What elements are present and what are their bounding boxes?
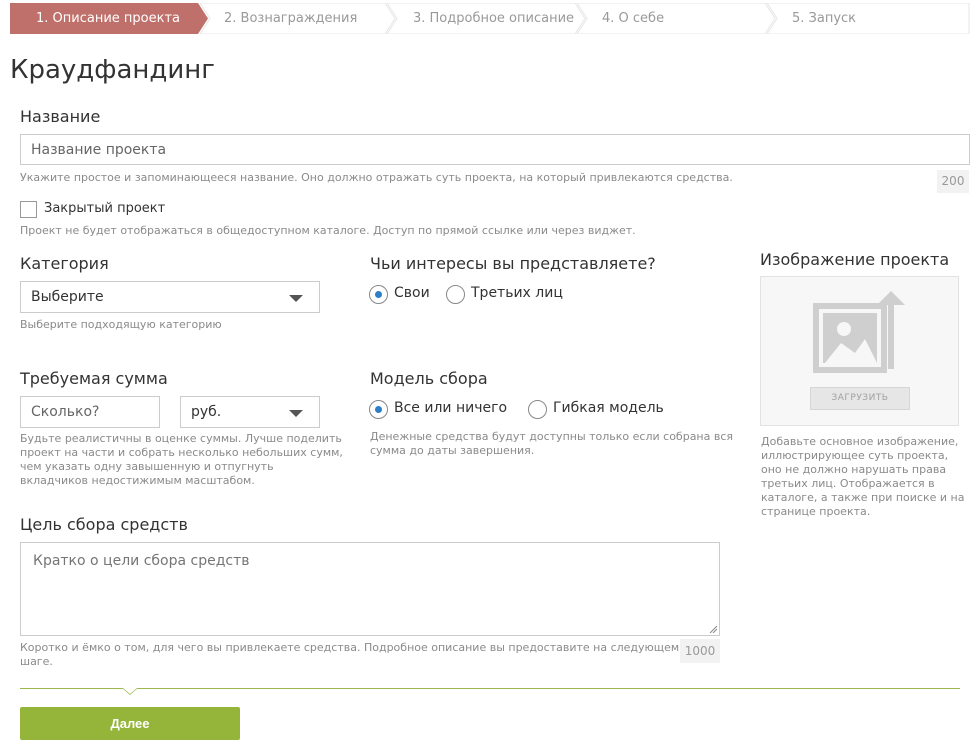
image-label: Изображение проекта	[760, 250, 950, 269]
model-all-or-nothing-label[interactable]: Все или ничего	[394, 400, 507, 416]
image-hint-line-2: иллюстрирующее суть проекта,	[761, 449, 949, 462]
private-project-label[interactable]: Закрытый проект	[44, 201, 165, 216]
step-4[interactable]: 4. О себе	[602, 3, 664, 34]
name-label: Название	[20, 107, 101, 126]
currency-select[interactable]: руб.	[180, 396, 320, 428]
goal-label: Цель сбора средств	[20, 515, 188, 534]
interests-third-party-label[interactable]: Третьих лиц	[471, 285, 563, 301]
upload-button[interactable]: ЗАГРУЗИТЬ	[810, 387, 910, 410]
step-5[interactable]: 5. Запуск	[792, 3, 856, 34]
amount-hint-line-2: проект на части и собрать несколько небо…	[20, 446, 343, 459]
goal-textarea[interactable]	[20, 542, 720, 636]
private-project-checkbox[interactable]	[20, 201, 37, 218]
goal-hint-line-1: Коротко и ёмко о том, для чего вы привле…	[20, 641, 680, 654]
name-char-counter: 200	[937, 170, 969, 193]
step-2[interactable]: 2. Вознаграждения	[224, 3, 357, 34]
image-hint-line-6: странице проекта.	[761, 505, 871, 518]
amount-hint-line-3: чем указать одну завышенную и отпугнуть	[20, 460, 274, 473]
image-hint-line-5: каталоге, а также при поиске и на	[761, 491, 965, 504]
model-flexible-label[interactable]: Гибкая модель	[553, 400, 664, 416]
goal-char-counter: 1000	[680, 639, 720, 663]
category-hint: Выберите подходящую категорию	[20, 318, 222, 331]
category-select[interactable]: Выберите	[20, 281, 320, 313]
private-hint: Проект не будет отображаться в общедосту…	[20, 224, 636, 237]
chevron-down-icon	[289, 410, 303, 417]
name-hint: Укажите простое и запоминающееся названи…	[20, 171, 733, 184]
divider	[20, 688, 960, 689]
step-3[interactable]: 3. Подробное описание	[413, 3, 574, 34]
image-hint-line-1: Добавьте основное изображение,	[761, 435, 959, 448]
amount-label: Требуемая сумма	[20, 369, 168, 388]
wizard-steps: 1. Описание проекта 2. Вознаграждения 3.…	[10, 3, 970, 34]
model-label: Модель сбора	[370, 369, 488, 388]
interests-label: Чьи интересы вы представляете?	[370, 254, 656, 273]
model-flexible-radio[interactable]	[528, 400, 547, 419]
currency-selected-value: руб.	[191, 404, 222, 420]
chevron-down-icon	[289, 295, 303, 302]
project-name-input[interactable]	[20, 134, 970, 165]
model-all-or-nothing-radio[interactable]	[369, 400, 388, 419]
interests-third-party-radio[interactable]	[446, 285, 465, 304]
next-button[interactable]: Далее	[20, 707, 240, 740]
page-title: Краудфандинг	[10, 55, 215, 85]
step-1[interactable]: 1. Описание проекта	[36, 3, 180, 34]
category-label: Категория	[20, 254, 109, 273]
amount-hint-line-1: Будьте реалистичны в оценке суммы. Лучше…	[20, 432, 342, 445]
image-hint-line-3: оно не должно нарушать права	[761, 463, 947, 476]
image-hint-line-4: третьих лиц. Отображается в	[761, 477, 935, 490]
interests-own-label[interactable]: Свои	[394, 285, 430, 301]
image-upload-icon	[813, 291, 905, 373]
category-selected-value: Выберите	[31, 289, 104, 305]
amount-hint-line-4: вкладчиков недостижимым масштабом.	[20, 474, 255, 487]
image-upload-area[interactable]: ЗАГРУЗИТЬ	[760, 276, 959, 426]
model-hint-line-2: сумма до даты завершения.	[370, 444, 535, 457]
divider-notch-inner	[123, 688, 137, 694]
amount-input[interactable]	[20, 396, 160, 428]
resize-grip-icon[interactable]	[709, 625, 717, 633]
interests-own-radio[interactable]	[369, 285, 388, 304]
goal-hint-line-2: шаге.	[20, 655, 53, 668]
model-hint-line-1: Денежные средства будут доступны только …	[370, 430, 734, 443]
